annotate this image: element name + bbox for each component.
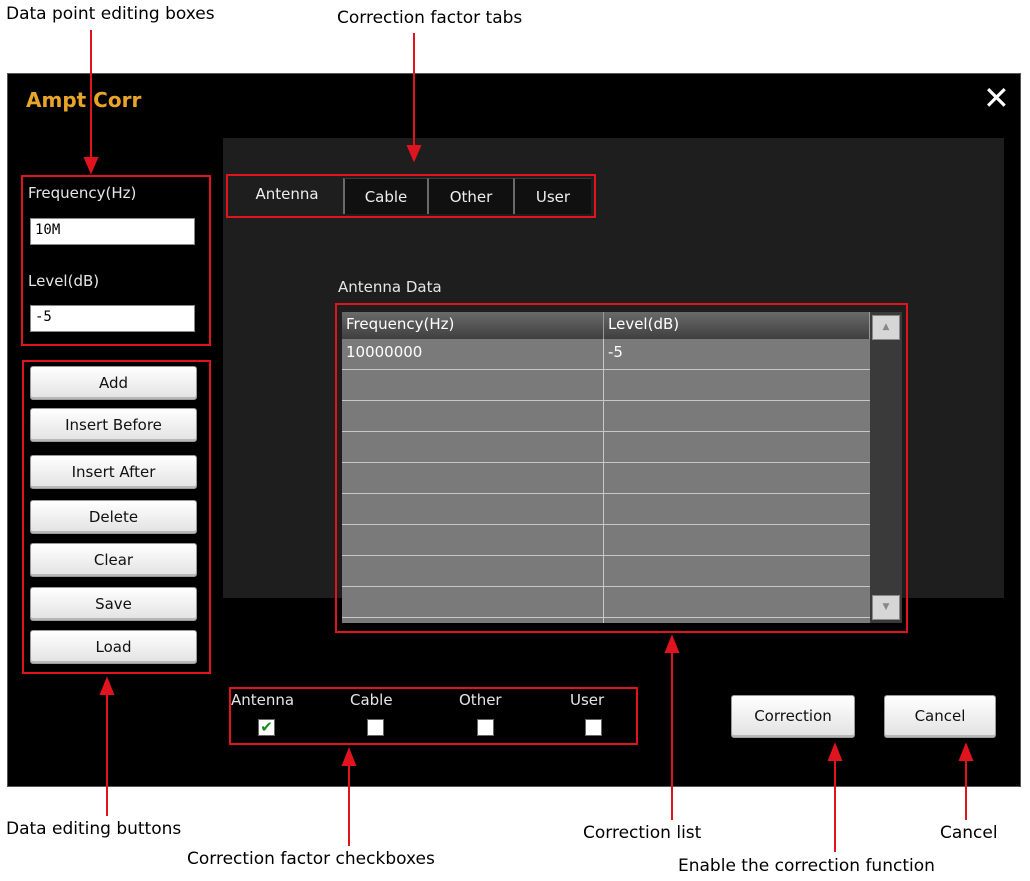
- arrowhead-cancel: [958, 742, 974, 761]
- arrowhead-correction-list: [664, 634, 680, 653]
- arrowhead-data-editing-buttons: [99, 676, 115, 695]
- arrowhead-correction-tabs: [406, 145, 422, 163]
- arrowhead-data-point-boxes: [83, 157, 99, 175]
- annotation-arrows: [83, 30, 974, 852]
- arrowhead-correction-checkboxes: [341, 747, 357, 766]
- arrowhead-enable-correction: [827, 742, 843, 761]
